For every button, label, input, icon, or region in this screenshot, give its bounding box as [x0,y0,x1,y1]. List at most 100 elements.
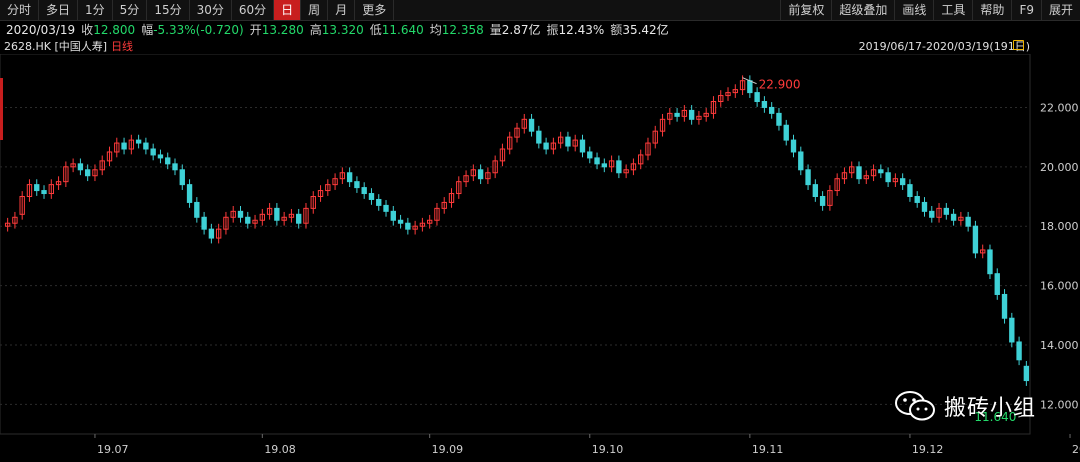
low-value: 11.640 [381,23,424,37]
candle-body [768,106,775,114]
period-tab-4[interactable]: 15分 [147,0,190,20]
candle-body [121,142,127,150]
toolbar: 分时 多日 1分 5分 15分 30分 60分日周月更多 前复权 超级叠加 画线 工具 帮助 F9 展开 [0,0,1080,21]
candle-body [528,118,535,132]
candle-body [361,187,367,195]
period-tab-6[interactable]: 60分 [232,0,275,20]
candle-body [950,213,957,221]
candle-body [885,172,891,183]
candle-body [776,112,782,126]
amount-label: 额 [610,23,623,37]
volume-label: 量 [489,23,502,37]
period-tab-3[interactable]: 5分 [113,0,148,20]
plot-frame [0,54,1031,435]
candle-body [34,184,40,192]
tool-button-2[interactable]: 画线 [894,0,933,20]
open-value: 13.280 [261,23,304,37]
x-tick-label: 20.01 [1072,443,1080,456]
period-tab-2[interactable]: 1分 [78,0,113,20]
candle-body [972,225,979,254]
candle-body [907,184,913,197]
candle-body [856,166,862,180]
period-tab-7[interactable]: 日 [274,0,302,20]
candle-body [194,201,200,218]
tool-button-1[interactable]: 超级叠加 [831,0,894,20]
candle-body [172,163,178,171]
candle-body [245,216,251,224]
security-code: 2628.HK [中国人寿] [4,40,108,53]
candle-body [150,148,156,156]
security-line: 2628.HK [中国人寿] 日线 2019/06/17-2020/03/19(1… [0,38,1080,54]
lock-icon[interactable] [1013,40,1024,50]
candle-body [914,196,920,203]
tool-button-3[interactable]: 工具 [933,0,972,20]
high-value: 13.320 [321,23,364,37]
tool-button-6[interactable]: 展开 [1040,0,1080,20]
candle-body [943,207,950,215]
candle-body [616,160,622,174]
x-tick-label: 19.10 [592,443,624,456]
candle-body [674,112,680,117]
y-tick-label: 12.000 [1040,398,1079,411]
y-tick-label: 14.000 [1040,339,1079,352]
candle-body [77,163,84,171]
tool-button-5[interactable]: F9 [1011,0,1041,20]
candle-body [237,210,244,218]
candle-body [899,178,906,186]
period-tab-5[interactable]: 30分 [190,0,232,20]
tool-button-4[interactable]: 帮助 [972,0,1011,20]
candle-body [1016,341,1022,361]
x-tick-label: 19.11 [752,443,784,456]
candle-body [987,249,993,275]
wechat-icon [895,391,935,421]
candle-body [1009,317,1015,343]
candle-body [383,204,389,212]
candle-body [761,101,768,108]
quote-date: 2020/03/19 [6,22,76,37]
close-value: 12.800 [93,23,136,37]
candle-body [798,151,804,171]
candle-body [157,154,164,159]
candle-body [397,219,404,224]
change-value: -5.33%(-0.720) [153,23,244,37]
candle-body [296,213,302,224]
amplitude-value: 12.43% [558,23,605,37]
amount-value: 35.42亿 [622,23,669,37]
candle-body [346,172,353,183]
tool-button-0[interactable]: 前复权 [780,0,831,20]
candle-body [754,92,760,102]
candle-body [143,142,149,150]
period-tab-1[interactable]: 多日 [39,0,79,20]
date-range[interactable]: 2019/06/17-2020/03/19(191日) [859,38,1030,54]
candle-body [819,196,826,206]
candle-body [1023,365,1030,382]
open-label: 开 [249,23,262,37]
quote-bar: 2020/03/19 收12.800 幅-5.33%(-0.720) 开13.2… [0,21,1080,38]
candle-body [587,151,593,159]
candle-body [368,193,375,200]
candle-body [929,210,935,218]
candle-body [805,169,811,186]
candle-body [208,228,215,239]
candle-body [274,207,280,221]
candle-body [790,139,797,153]
period-tab-10[interactable]: 更多 [355,0,395,20]
volume-value: 2.87亿 [501,23,541,37]
candle-body [390,210,396,221]
x-tick-label: 19.09 [432,443,464,456]
change-label: 幅 [141,23,154,37]
y-tick-label: 22.000 [1040,101,1079,114]
low-label: 低 [369,23,382,37]
x-tick-label: 19.12 [912,443,944,456]
candle-body [783,124,789,141]
y-tick-label: 18.000 [1040,220,1079,233]
period-tab-8[interactable]: 周 [301,0,329,20]
period-tab-0[interactable]: 分时 [0,0,40,20]
candle-body [179,169,185,186]
period-tab-9[interactable]: 月 [328,0,356,20]
avg-label: 均 [429,23,442,37]
x-tick-label: 19.07 [97,443,129,456]
y-tick-label: 16.000 [1040,280,1079,293]
tool-menu: 前复权 超级叠加 画线 工具 帮助 F9 展开 [780,0,1080,20]
candle-body [477,169,484,180]
